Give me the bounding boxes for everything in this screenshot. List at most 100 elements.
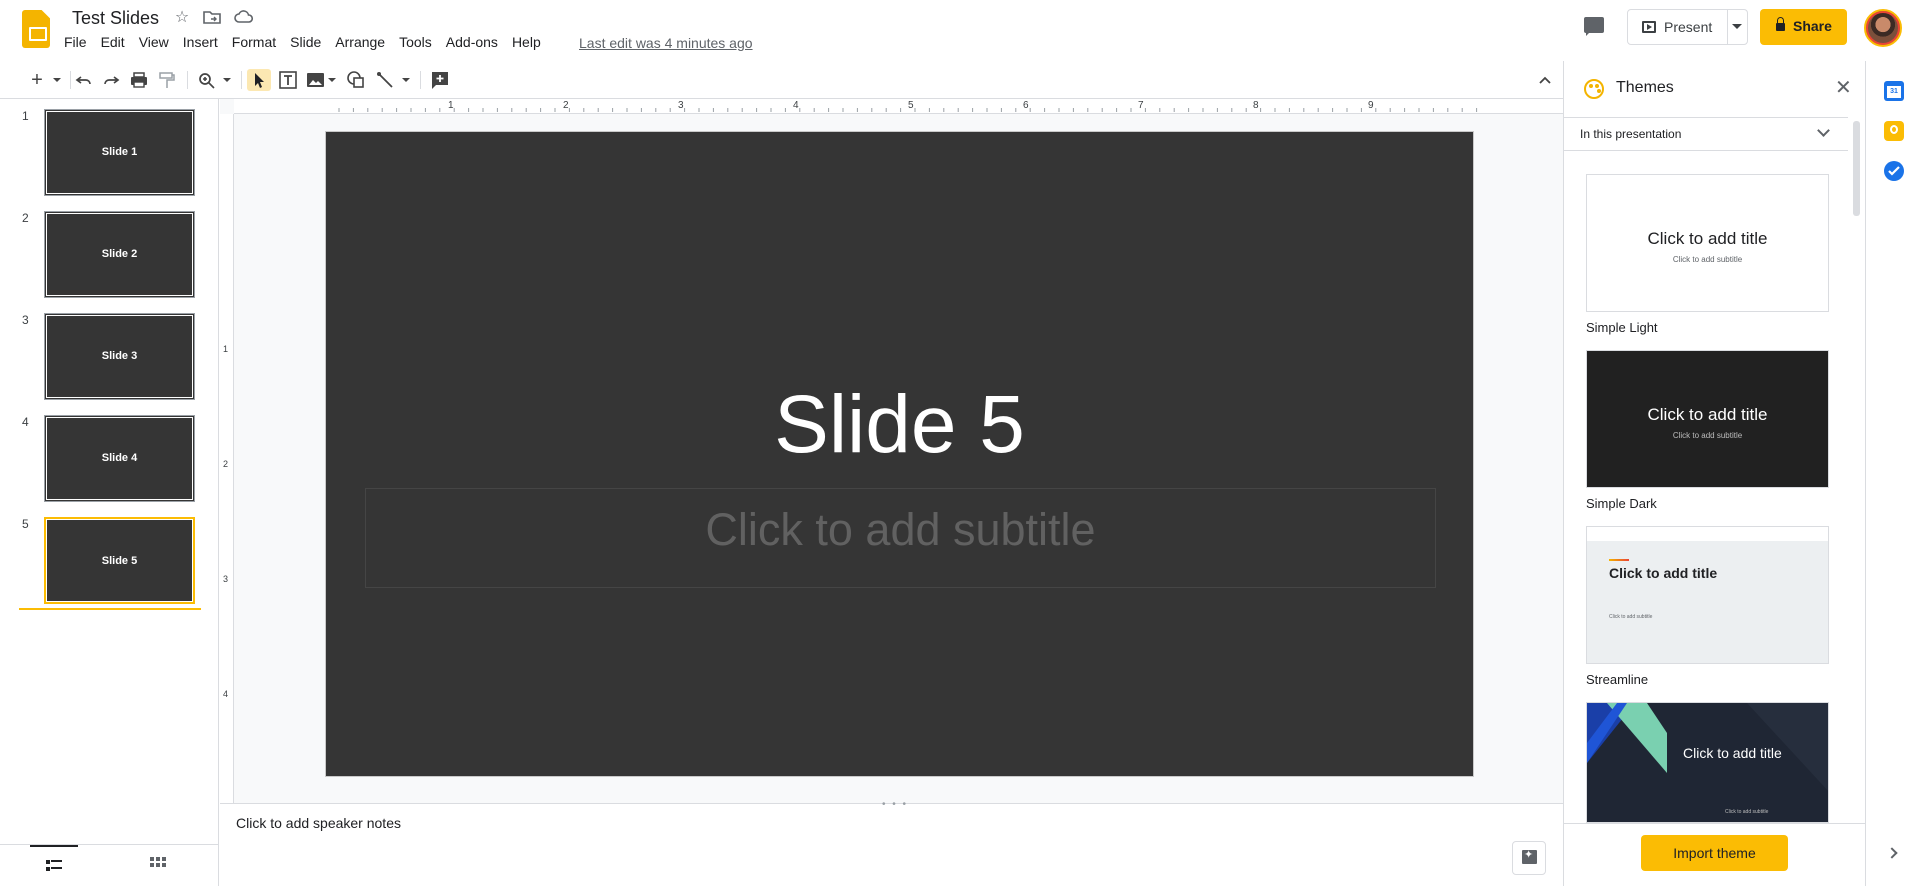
redo-icon[interactable]	[101, 69, 121, 91]
menu-format[interactable]: Format	[232, 34, 276, 50]
ruler-number: 7	[1138, 100, 1144, 111]
slide-thumbnail-1[interactable]: Slide 1	[44, 109, 195, 196]
calendar-icon[interactable]: 31	[1884, 81, 1904, 101]
zoom-icon[interactable]	[197, 69, 217, 91]
slide-subtitle-text: Click to add subtitle	[705, 504, 1096, 555]
current-slide[interactable]: Slide 5 Click to add subtitle	[325, 131, 1474, 777]
expand-side-panel-chevron-icon[interactable]	[1886, 847, 1898, 859]
vertical-ruler[interactable]: 1 2 3 4 5	[220, 114, 234, 814]
new-slide-plus-icon[interactable]: +	[28, 69, 46, 91]
ruler-number: 2	[223, 459, 229, 469]
ruler-number: 4	[223, 689, 229, 699]
ruler-number: 6	[1023, 100, 1029, 111]
slides-logo[interactable]	[22, 10, 50, 48]
filmstrip-view-button[interactable]	[30, 845, 78, 886]
themes-filter-dropdown[interactable]: In this presentation	[1564, 117, 1848, 151]
grid-view-icon[interactable]	[150, 857, 166, 873]
present-icon	[1642, 21, 1656, 33]
menu-edit[interactable]: Edit	[101, 34, 125, 50]
menu-help[interactable]: Help	[512, 34, 541, 50]
theme-card-simple-light[interactable]: Click to add title Click to add subtitle	[1586, 174, 1829, 312]
thumbnail-title: Slide 4	[101, 452, 138, 464]
slide-thumbnail-2[interactable]: Slide 2	[44, 211, 195, 298]
menu-arrange[interactable]: Arrange	[335, 34, 385, 50]
zoom-chevron-icon[interactable]	[222, 69, 234, 91]
slide-number: 3	[22, 313, 29, 327]
ruler-number: 8	[1253, 100, 1259, 111]
insert-image-icon[interactable]	[305, 69, 327, 91]
themes-panel: Themes ✕ In this presentation Click to a…	[1563, 61, 1866, 886]
menu-view[interactable]: View	[139, 34, 169, 50]
theme-card-simple-dark[interactable]: Click to add title Click to add subtitle	[1586, 350, 1829, 488]
star-icon[interactable]: ☆	[172, 9, 192, 27]
keep-icon[interactable]	[1884, 121, 1904, 141]
slide-number: 5	[22, 517, 29, 531]
horizontal-ruler[interactable]: 1 2 3 4 5 6 7 8 9	[234, 99, 1563, 114]
ruler-number: 9	[1368, 100, 1374, 111]
ruler-number: 2	[563, 100, 569, 111]
menu-addons[interactable]: Add-ons	[446, 34, 498, 50]
ruler-number: 4	[793, 100, 799, 111]
speaker-notes[interactable]: • • • Click to add speaker notes	[220, 799, 1563, 886]
comments-icon[interactable]	[1583, 16, 1607, 38]
slide-canvas: 1 2 3 4 5 6 7 8 9 1 2 3 4 5 Slide 5 Clic…	[220, 99, 1563, 814]
thumbnail-title: Slide 5	[101, 555, 138, 567]
themes-panel-title: Themes	[1616, 79, 1674, 96]
paint-format-icon[interactable]	[157, 69, 177, 91]
shape-icon[interactable]	[345, 69, 367, 91]
menu-file[interactable]: File	[64, 34, 87, 50]
speaker-notes-placeholder[interactable]: Click to add speaker notes	[236, 815, 401, 831]
line-icon[interactable]	[375, 69, 397, 91]
explore-icon[interactable]	[1512, 841, 1546, 875]
notes-resize-handle[interactable]: • • •	[882, 799, 908, 810]
slide-thumbnail-3[interactable]: Slide 3	[44, 313, 195, 400]
ruler-ticks	[338, 108, 1478, 112]
new-slide-layout-chevron-icon[interactable]	[52, 69, 64, 91]
move-folder-icon[interactable]	[202, 9, 222, 27]
side-panel: 31	[1865, 61, 1920, 886]
menu-bar: File Edit View Insert Format Slide Arran…	[64, 34, 555, 50]
theme-name: Streamline	[1586, 672, 1649, 687]
theme-card-dark-blue[interactable]: Click to add title Click to add subtitle	[1586, 702, 1829, 823]
selected-slide-indicator	[19, 608, 201, 610]
present-label: Present	[1664, 19, 1713, 35]
last-edit-link[interactable]: Last edit was 4 minutes ago	[579, 35, 753, 51]
theme-preview-subtitle: Click to add subtitle	[1672, 255, 1743, 264]
slide-thumbnail-5[interactable]: Slide 5	[44, 517, 195, 604]
close-icon[interactable]: ✕	[1835, 75, 1852, 100]
slide-title-text[interactable]: Slide 5	[326, 378, 1473, 472]
print-icon[interactable]	[129, 69, 149, 91]
toolbar-divider	[70, 71, 71, 89]
slide-subtitle-placeholder[interactable]: Click to add subtitle	[365, 488, 1436, 588]
present-options-chevron-icon[interactable]	[1732, 24, 1742, 29]
theme-preview-subtitle: Click to add subtitle	[1672, 431, 1743, 440]
account-avatar[interactable]	[1864, 9, 1902, 47]
cloud-saved-icon[interactable]	[234, 9, 254, 27]
select-cursor-icon[interactable]	[247, 69, 271, 91]
themes-scrollbar[interactable]	[1853, 121, 1860, 216]
menu-insert[interactable]: Insert	[183, 34, 218, 50]
theme-name: Simple Light	[1586, 320, 1658, 335]
slide-thumbnail-4[interactable]: Slide 4	[44, 415, 195, 502]
import-theme-button[interactable]: Import theme	[1641, 835, 1788, 871]
undo-icon[interactable]	[74, 69, 94, 91]
present-button[interactable]: Present	[1627, 9, 1748, 45]
menu-tools[interactable]: Tools	[399, 34, 432, 50]
share-label: Share	[1793, 18, 1832, 34]
toolbar-divider	[420, 71, 421, 89]
add-comment-icon[interactable]	[429, 69, 451, 91]
tasks-icon[interactable]	[1884, 161, 1904, 181]
text-box-icon[interactable]	[277, 69, 299, 91]
share-button[interactable]: Share	[1760, 9, 1847, 45]
list-view-icon	[46, 860, 62, 871]
thumbnail-title: Slide 2	[101, 248, 138, 260]
collapse-toolbar-chevron-up-icon[interactable]	[1535, 69, 1555, 91]
theme-preview-title: Click to add title	[1647, 229, 1768, 248]
document-title[interactable]: Test Slides	[72, 8, 159, 29]
line-chevron-icon[interactable]	[401, 69, 413, 91]
theme-card-streamline[interactable]: Click to add title Click to add subtitle	[1586, 526, 1829, 664]
image-chevron-icon[interactable]	[327, 69, 339, 91]
menu-slide[interactable]: Slide	[290, 34, 321, 50]
chevron-down-icon	[1817, 124, 1830, 137]
toolbar: +	[0, 61, 1563, 99]
